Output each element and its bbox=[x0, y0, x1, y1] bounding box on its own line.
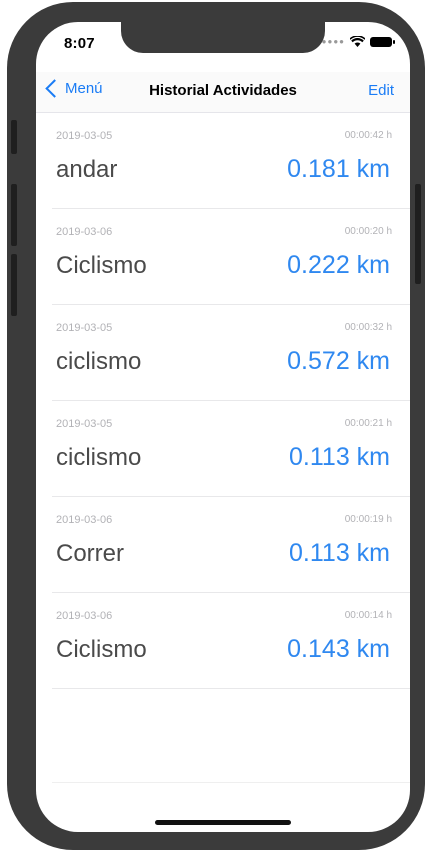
power-button bbox=[415, 184, 421, 284]
phone-frame: 8:07 ●●●● Menú Historial Actividades Edi… bbox=[7, 2, 425, 850]
list-item[interactable]: 2019-03-06 00:00:19 h Correr 0.113 km bbox=[52, 497, 410, 593]
activity-distance: 0.113 km bbox=[289, 443, 390, 471]
activity-name: Correr bbox=[56, 540, 125, 567]
activity-duration: 00:00:20 h bbox=[344, 226, 392, 237]
home-indicator[interactable] bbox=[155, 820, 291, 825]
edit-button[interactable]: Edit bbox=[368, 82, 394, 99]
activity-name: ciclismo bbox=[56, 348, 142, 375]
activity-name: andar bbox=[56, 156, 118, 183]
volume-down-button bbox=[11, 254, 17, 316]
list-item[interactable]: 2019-03-06 00:00:14 h Ciclismo 0.143 km bbox=[52, 593, 410, 689]
activity-duration: 00:00:21 h bbox=[344, 418, 392, 429]
activity-list: 2019-03-05 00:00:42 h andar 0.181 km 201… bbox=[36, 113, 410, 689]
activity-date: 2019-03-05 bbox=[56, 130, 113, 142]
activity-name: Ciclismo bbox=[56, 252, 147, 279]
activity-distance: 0.181 km bbox=[287, 155, 390, 183]
activity-distance: 0.113 km bbox=[289, 539, 390, 567]
screen: 8:07 ●●●● Menú Historial Actividades Edi… bbox=[36, 22, 410, 832]
list-item[interactable]: 2019-03-05 00:00:42 h andar 0.181 km bbox=[52, 113, 410, 209]
list-item[interactable]: 2019-03-05 00:00:32 h ciclismo 0.572 km bbox=[52, 305, 410, 401]
list-item[interactable]: 2019-03-06 00:00:20 h Ciclismo 0.222 km bbox=[52, 209, 410, 305]
activity-name: ciclismo bbox=[56, 444, 142, 471]
navigation-bar: Menú Historial Actividades Edit bbox=[36, 72, 410, 113]
activity-date: 2019-03-05 bbox=[56, 418, 113, 430]
status-icons: ●●●● bbox=[321, 36, 395, 47]
page-title: Historial Actividades bbox=[149, 82, 297, 99]
activity-date: 2019-03-05 bbox=[56, 322, 113, 334]
activity-date: 2019-03-06 bbox=[56, 610, 113, 622]
battery-icon bbox=[370, 36, 395, 47]
activity-date: 2019-03-06 bbox=[56, 514, 113, 526]
mute-switch bbox=[11, 120, 17, 154]
status-time: 8:07 bbox=[64, 35, 95, 52]
activity-duration: 00:00:42 h bbox=[344, 130, 392, 141]
activity-date: 2019-03-06 bbox=[56, 226, 113, 238]
activity-duration: 00:00:14 h bbox=[344, 610, 392, 621]
activity-duration: 00:00:19 h bbox=[344, 514, 392, 525]
signal-dots-icon: ●●●● bbox=[321, 37, 345, 46]
activity-name: Ciclismo bbox=[56, 636, 147, 663]
activity-distance: 0.143 km bbox=[287, 635, 390, 663]
activity-duration: 00:00:32 h bbox=[344, 322, 392, 333]
wifi-icon bbox=[350, 36, 365, 47]
list-item[interactable]: 2019-03-05 00:00:21 h ciclismo 0.113 km bbox=[52, 401, 410, 497]
volume-up-button bbox=[11, 184, 17, 246]
list-bottom-divider bbox=[52, 782, 410, 783]
notch bbox=[121, 22, 325, 53]
activity-distance: 0.572 km bbox=[287, 347, 390, 375]
activity-distance: 0.222 km bbox=[287, 251, 390, 279]
